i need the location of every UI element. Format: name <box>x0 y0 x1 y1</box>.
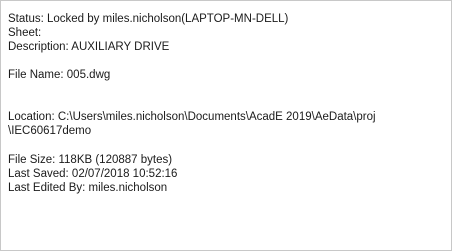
last-edited-by-text: Last Edited By: miles.nicholson <box>8 182 168 194</box>
file-info-panel: Status: Locked by miles.nicholson(LAPTOP… <box>0 0 452 251</box>
file-name-text: File Name: 005.dwg <box>8 69 111 81</box>
status-text: Status: Locked by miles.nicholson(LAPTOP… <box>8 13 289 25</box>
location-text-line1: Location: C:\Users\miles.nicholson\Docum… <box>8 111 376 123</box>
file-size-text: File Size: 118KB (120887 bytes) <box>8 154 173 166</box>
sheet-text: Sheet: <box>8 27 42 39</box>
location-text-line2: \IEC60617demo <box>8 125 92 137</box>
description-text: Description: AUXILIARY DRIVE <box>8 41 170 53</box>
last-saved-text: Last Saved: 02/07/2018 10:52:16 <box>8 168 178 180</box>
